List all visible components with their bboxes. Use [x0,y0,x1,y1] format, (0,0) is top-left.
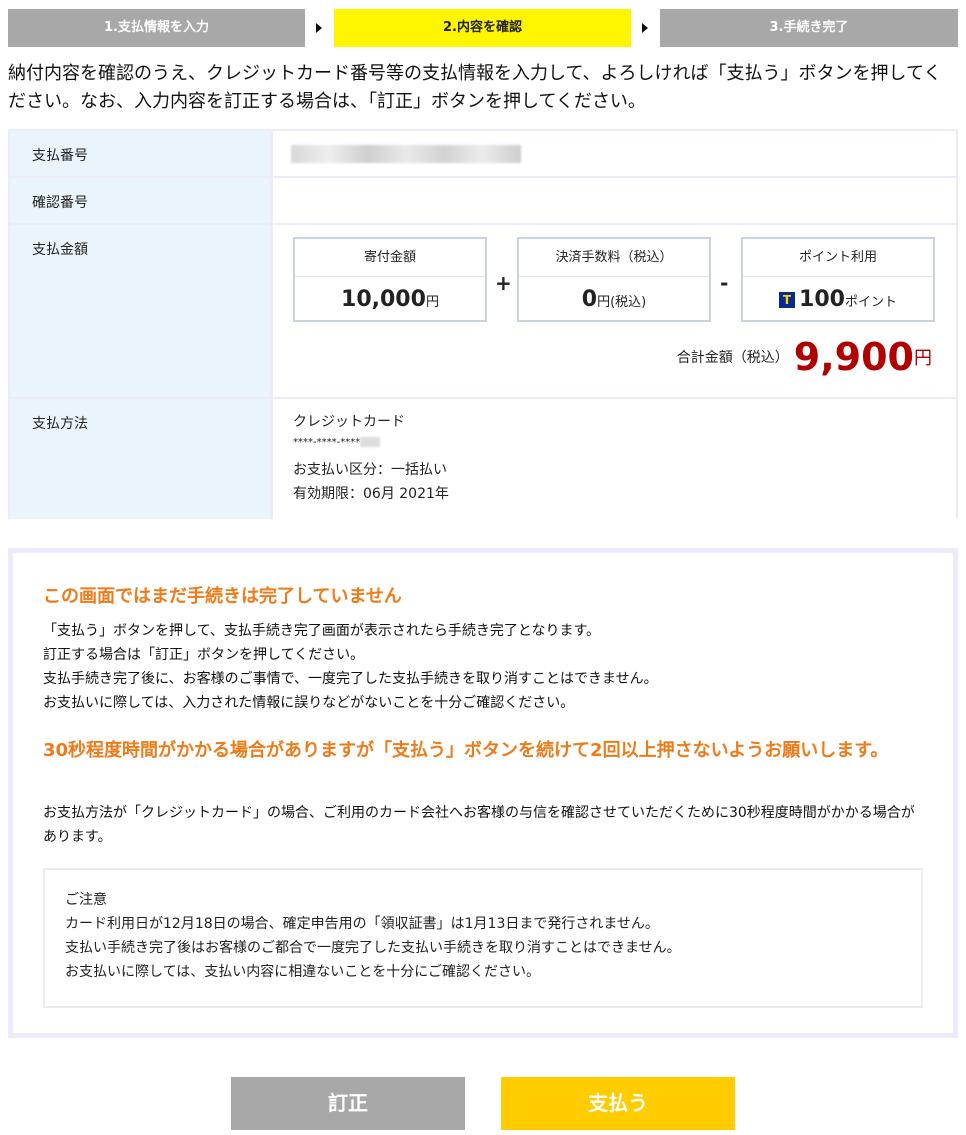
correct-button[interactable]: 訂正 [231,1077,465,1130]
point-label: ポイント利用 [743,239,933,277]
confirmation-number-row: 確認番号 [10,178,956,223]
notice-heading-wait: 30秒程度時間がかかる場合がありますが「支払う」ボタンを続けて2回以上押さないよ… [43,740,889,761]
donation-amount: 10,000円 [341,287,439,312]
step-confirm-active: 2.内容を確認 [334,9,631,47]
step-arrow-icon [642,23,648,33]
redacted-card-digits [360,437,381,447]
total-label: 合計金額（税込） [676,350,789,366]
amount-label: 支払金額 [10,225,270,397]
step-input: 1.支払情報を入力 [8,9,305,47]
notice-box: この画面ではまだ手続きは完了していません 「支払う」ボタンを押して、支払手続き完… [8,548,958,1038]
redacted-payment-number [291,145,521,163]
step-complete: 3.手続き完了 [660,9,958,47]
payment-number-label: 支払番号 [10,131,270,176]
step-arrow-icon [316,23,322,33]
fee-amount: 0円(税込) [581,287,647,312]
confirmation-number-label: 確認番号 [10,178,270,223]
payment-info-table: 支払番号 確認番号 支払金額 寄付金額 10,000円 + 決済手数料（税込） … [8,129,958,519]
notice-heading-incomplete: この画面ではまだ手続きは完了していません [43,586,402,607]
fee-label: 決済手数料（税込） [519,239,709,277]
payment-method-row: 支払方法 クレジットカード ****-****-**** お支払い区分：一括払い… [10,399,956,519]
t-point-icon: T [779,292,796,308]
payment-division: お支払い区分：一括払い [293,462,447,478]
card-type: クレジットカード [293,414,405,430]
point-box: ポイント利用 T 100ポイント [741,237,935,322]
total-value: 9,900 [793,335,914,379]
payment-method-detail: クレジットカード ****-****-**** お支払い区分：一括払い 有効期限… [273,399,956,519]
confirmation-number-value [273,178,956,223]
donation-label: 寄付金額 [295,239,485,277]
card-number: ****-****-**** [293,437,381,448]
total-amount: 合計金額（税込） 9,900円 [677,335,932,379]
pay-button[interactable]: 支払う [501,1077,735,1130]
notice-paragraph-1: 「支払う」ボタンを押して、支払手続き完了画面が表示されたら手続き完了となります。… [43,623,658,711]
donation-box: 寄付金額 10,000円 [293,237,487,322]
caution-title: ご注意 [65,892,107,908]
notice-paragraph-2: お支払方法が「クレジットカード」の場合、ご利用のカード会社へお客様の与信を確認さ… [43,805,915,845]
payment-method-label: 支払方法 [10,399,270,519]
progress-steps: 1.支払情報を入力 2.内容を確認 3.手続き完了 [8,9,958,47]
caution-box: ご注意 カード利用日が12月18日の場合、確定申告用の「領収証書」は1月13日ま… [43,868,923,1008]
point-amount: T 100ポイント [743,277,933,322]
plus-operator: + [495,271,512,295]
minus-operator: - [720,271,729,295]
card-expiry: 有効期限：06月 2021年 [293,486,449,502]
total-unit: 円 [914,348,932,369]
payment-number-row: 支払番号 [10,131,956,176]
amount-row: 支払金額 寄付金額 10,000円 + 決済手数料（税込） 0円(税込) - ポ… [10,225,956,397]
amount-detail: 寄付金額 10,000円 + 決済手数料（税込） 0円(税込) - ポイント利用… [273,225,956,397]
fee-box: 決済手数料（税込） 0円(税込) [517,237,711,322]
intro-text: 納付内容を確認のうえ、クレジットカード番号等の支払情報を入力して、よろしければ「… [8,63,942,112]
payment-number-value [273,131,956,176]
